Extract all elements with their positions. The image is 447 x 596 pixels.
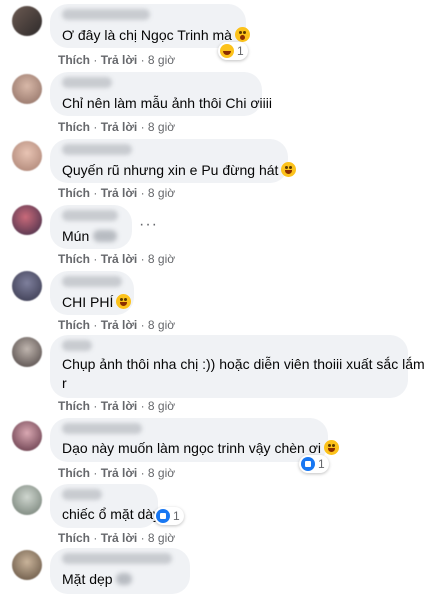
blurred-word bbox=[93, 230, 118, 242]
avatar[interactable] bbox=[12, 550, 42, 580]
commenter-name-blurred[interactable] bbox=[62, 9, 150, 20]
haha-reaction-icon bbox=[220, 44, 234, 58]
commenter-name-blurred[interactable] bbox=[62, 77, 112, 88]
comment-text: Mặt dẹp bbox=[62, 570, 133, 589]
comment-text: Chụp ảnh thôi nha chị :)) hoặc diễn viên… bbox=[62, 356, 425, 372]
comment-text: chiếc ổ mặt dày bbox=[62, 506, 161, 522]
comment-bubble: Chỉ nên làm mẫu ảnh thôi Chi ơiiii bbox=[50, 72, 272, 116]
timestamp[interactable]: 8 giờ bbox=[148, 53, 175, 67]
comment-actions: Thích · Trả lời · 8 giờ bbox=[58, 531, 176, 545]
comment-bubble: Quyến rũ nhưng xin e Pu đừng hát bbox=[50, 139, 297, 183]
comment-bubble: Dạo này muốn làm ngọc trinh vậy chèn ơi bbox=[50, 418, 339, 462]
timestamp[interactable]: 8 giờ bbox=[148, 252, 175, 266]
timestamp[interactable]: 8 giờ bbox=[148, 466, 175, 480]
reply-link[interactable]: Trả lời bbox=[101, 252, 138, 266]
reaction-count: 1 bbox=[318, 457, 325, 471]
avatar[interactable] bbox=[12, 205, 42, 235]
commenter-name-blurred[interactable] bbox=[62, 340, 92, 351]
like-link[interactable]: Thích bbox=[58, 318, 90, 332]
like-reaction-icon bbox=[301, 457, 315, 471]
commenter-name-blurred[interactable] bbox=[62, 144, 132, 155]
comment-text: CHI PHÍ bbox=[62, 293, 132, 312]
timestamp[interactable]: 8 giờ bbox=[148, 531, 175, 545]
comment-actions: Thích · Trả lời · 8 giờ bbox=[58, 318, 176, 332]
comment-text: Mún bbox=[62, 227, 118, 246]
laughing-emoji-icon bbox=[281, 162, 297, 177]
avatar[interactable] bbox=[12, 485, 42, 515]
timestamp[interactable]: 8 giờ bbox=[148, 186, 175, 200]
commenter-name-blurred[interactable] bbox=[62, 276, 122, 287]
comment-text-line2: r bbox=[62, 375, 67, 391]
reply-link[interactable]: Trả lời bbox=[101, 120, 138, 134]
avatar[interactable] bbox=[12, 337, 42, 367]
comment-actions: Thích · Trả lời · 8 giờ bbox=[58, 186, 176, 200]
commenter-name-blurred[interactable] bbox=[62, 423, 142, 434]
like-link[interactable]: Thích bbox=[58, 531, 90, 545]
like-reaction-icon bbox=[156, 509, 170, 523]
reaction-badge[interactable]: 1 bbox=[154, 507, 184, 525]
reply-link[interactable]: Trả lời bbox=[101, 53, 138, 67]
reply-link[interactable]: Trả lời bbox=[101, 399, 138, 413]
more-options-button[interactable]: ··· bbox=[139, 216, 158, 234]
comment-text: Chỉ nên làm mẫu ảnh thôi Chi ơiiii bbox=[62, 95, 272, 111]
comment-text: Quyến rũ nhưng xin e Pu đừng hát bbox=[62, 161, 297, 180]
comment-bubble: Mặt dẹp bbox=[50, 548, 190, 594]
like-link[interactable]: Thích bbox=[58, 186, 90, 200]
comment-actions: Thích · Trả lời · 8 giờ bbox=[58, 120, 176, 134]
timestamp[interactable]: 8 giờ bbox=[148, 318, 175, 332]
reply-link[interactable]: Trả lời bbox=[101, 186, 138, 200]
reaction-badge[interactable]: 1 bbox=[218, 42, 248, 60]
reaction-badge[interactable]: 1 bbox=[299, 455, 329, 473]
commenter-name-blurred[interactable] bbox=[62, 210, 118, 221]
blurred-word bbox=[116, 573, 133, 585]
avatar[interactable] bbox=[12, 421, 42, 451]
reply-link[interactable]: Trả lời bbox=[101, 466, 138, 480]
smiling-emoji-icon bbox=[116, 294, 132, 309]
comment-actions: Thích · Trả lời · 8 giờ bbox=[58, 252, 176, 266]
reply-link[interactable]: Trả lời bbox=[101, 531, 138, 545]
commenter-name-blurred[interactable] bbox=[62, 489, 102, 500]
comment-bubble: Mún bbox=[50, 205, 132, 249]
avatar[interactable] bbox=[12, 271, 42, 301]
astonished-emoji-icon bbox=[234, 27, 250, 42]
like-link[interactable]: Thích bbox=[58, 399, 90, 413]
comment-bubble: Ơ đây là chị Ngọc Trinh mà bbox=[50, 4, 250, 48]
like-link[interactable]: Thích bbox=[58, 120, 90, 134]
comment-bubble: Chụp ảnh thôi nha chị :)) hoặc diễn viên… bbox=[50, 335, 425, 398]
avatar[interactable] bbox=[12, 74, 42, 104]
timestamp[interactable]: 8 giờ bbox=[148, 120, 175, 134]
reply-link[interactable]: Trả lời bbox=[101, 318, 138, 332]
like-link[interactable]: Thích bbox=[58, 466, 90, 480]
commenter-name-blurred[interactable] bbox=[62, 553, 172, 564]
comment-actions: Thích · Trả lời · 8 giờ bbox=[58, 399, 176, 413]
timestamp[interactable]: 8 giờ bbox=[148, 399, 175, 413]
comment-text: Dạo này muốn làm ngọc trinh vậy chèn ơi bbox=[62, 439, 339, 458]
like-link[interactable]: Thích bbox=[58, 53, 90, 67]
avatar[interactable] bbox=[12, 141, 42, 171]
comment-bubble: CHI PHÍ bbox=[50, 271, 134, 315]
comment-actions: Thích · Trả lời · 8 giờ bbox=[58, 466, 176, 480]
reaction-count: 1 bbox=[237, 44, 244, 58]
comment-bubble: chiếc ổ mặt dày bbox=[50, 484, 161, 528]
reaction-count: 1 bbox=[173, 509, 180, 523]
comment-actions: Thích · Trả lời · 8 giờ bbox=[58, 53, 176, 67]
like-link[interactable]: Thích bbox=[58, 252, 90, 266]
rofl-emoji-icon bbox=[323, 440, 339, 455]
avatar[interactable] bbox=[12, 6, 42, 36]
